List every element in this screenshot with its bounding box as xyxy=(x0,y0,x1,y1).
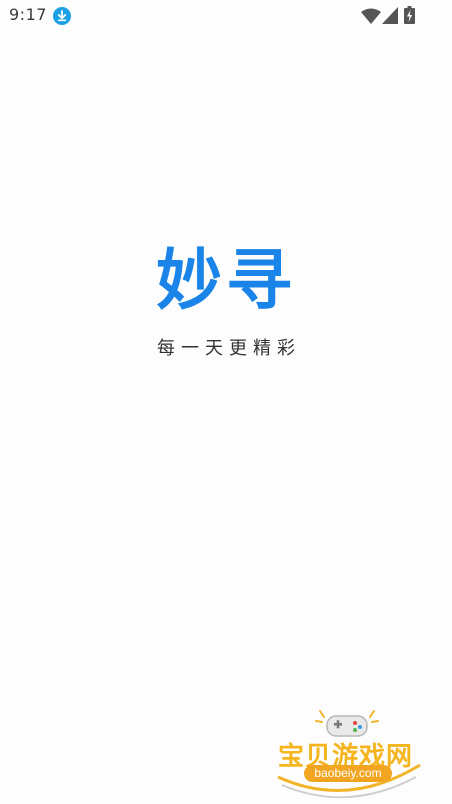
status-time: 9:17 xyxy=(9,5,47,24)
app-logo: 妙寻 xyxy=(156,243,296,313)
wifi-icon xyxy=(361,8,381,24)
battery-icon xyxy=(404,6,415,24)
signal-icon xyxy=(382,7,398,24)
splash-screen: 9:17 妙寻 每一天更精彩 宝贝游戏网 baobeiy.com xyxy=(0,0,452,804)
gamepad-icon xyxy=(315,710,379,737)
download-icon xyxy=(53,7,71,25)
app-slogan: 每一天更精彩 xyxy=(157,338,301,359)
status-bar: 9:17 xyxy=(0,0,452,32)
logo-text: 妙寻 xyxy=(156,243,296,313)
watermark-url: baobeiy.com xyxy=(304,765,392,782)
